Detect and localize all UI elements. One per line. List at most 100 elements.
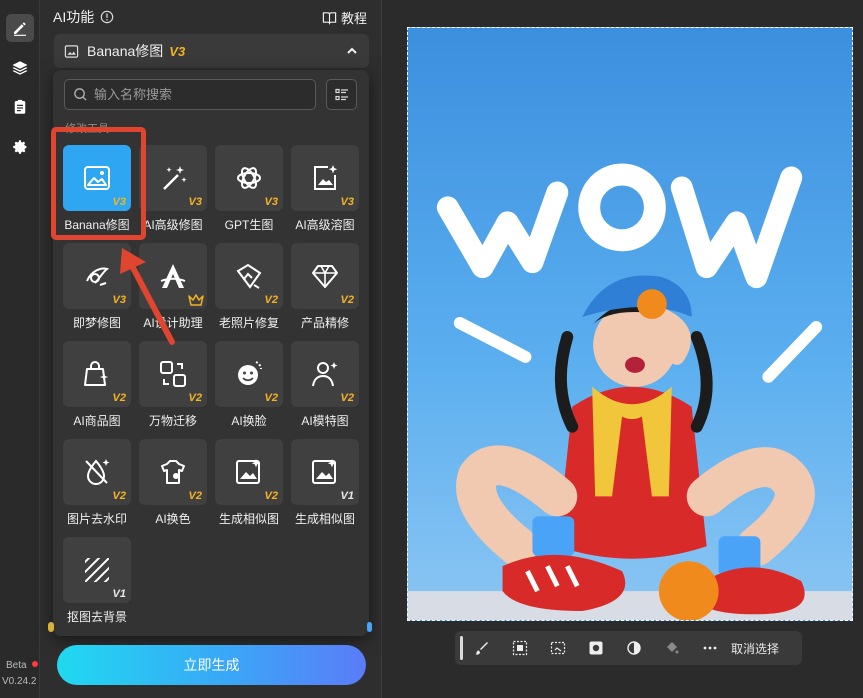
cancel-selection-button[interactable]: 取消选择: [731, 640, 779, 657]
tile-jimeng-edit[interactable]: V3: [63, 243, 131, 309]
tile-label: 即梦修图: [72, 316, 121, 330]
diamond-icon: [312, 265, 338, 288]
tile-label: 抠图去背景: [66, 610, 127, 624]
tile-label: AI高级溶图: [295, 218, 355, 232]
tile-version: V2: [340, 294, 354, 306]
book-icon: [322, 11, 337, 25]
tile-version: V1: [112, 588, 126, 600]
generate-button[interactable]: 立即生成: [57, 645, 366, 685]
tile-version: V2: [112, 490, 126, 502]
view-toggle-button[interactable]: [326, 79, 357, 110]
palette-icon: [161, 460, 185, 484]
watermark-remove-icon: [85, 459, 110, 485]
tile-label: 产品精修: [300, 316, 349, 330]
tile-label: AI模特图: [301, 414, 349, 428]
tile-ai-face-swap[interactable]: V2: [215, 341, 283, 407]
tile-label: AI商品图: [73, 414, 121, 428]
panel-title: AI功能: [53, 9, 95, 25]
beta-label: Beta: [6, 660, 27, 671]
canvas-image[interactable]: [407, 27, 853, 621]
crown-icon: [188, 294, 204, 306]
tile-version: V2: [264, 392, 278, 404]
invert-icon: [627, 641, 641, 655]
tile-watermark-remove[interactable]: V2: [63, 439, 131, 505]
tile-ai-product-image[interactable]: V2: [63, 341, 131, 407]
dream-icon: [86, 267, 110, 286]
layers-button[interactable]: [6, 54, 34, 82]
tile-ai-advanced-blend[interactable]: V3: [291, 145, 359, 211]
brush-button[interactable]: [463, 631, 501, 665]
tile-version: V2: [112, 392, 126, 404]
box-select-button[interactable]: [539, 631, 577, 665]
tutorial-link[interactable]: 教程: [322, 8, 367, 27]
model-icon: [312, 362, 338, 387]
tile-label: 图片去水印: [66, 512, 127, 526]
tile-object-transfer[interactable]: V2: [139, 341, 207, 407]
tile-version: V2: [188, 490, 202, 502]
version-label: V0.24.2: [2, 676, 37, 687]
tutorial-label: 教程: [340, 10, 367, 26]
search-icon: [74, 88, 87, 101]
tile-version: V3: [264, 196, 278, 208]
remove-background-icon: [85, 558, 109, 582]
search-box[interactable]: [64, 79, 316, 110]
notes-button[interactable]: [6, 93, 34, 121]
invert-button[interactable]: [615, 631, 653, 665]
left-scroll-indicator: [48, 622, 54, 632]
tile-version: V3: [112, 294, 126, 306]
tile-version: V2: [188, 392, 202, 404]
tile-ai-advanced-edit[interactable]: V3: [139, 145, 207, 211]
brush-icon: [475, 642, 488, 655]
notification-dot: [32, 661, 38, 667]
layers-icon: [12, 61, 28, 75]
tile-remove-background[interactable]: V1: [63, 537, 131, 603]
tile-label: AI高级修图: [143, 218, 203, 232]
mask-icon: [589, 641, 603, 655]
tile-ai-model-image[interactable]: V2: [291, 341, 359, 407]
design-assistant-icon: [160, 264, 186, 288]
more-button[interactable]: [691, 631, 729, 665]
smart-select-button[interactable]: [501, 631, 539, 665]
mask-button[interactable]: [577, 631, 615, 665]
tile-label: 万物迁移: [148, 414, 197, 428]
info-icon[interactable]: [100, 10, 114, 24]
selection-toolbar: 取消选择: [455, 631, 802, 665]
tile-label: 老照片修复: [218, 316, 279, 330]
tile-label: GPT生图: [224, 218, 274, 232]
shopping-bag-icon: [84, 361, 108, 386]
tile-label: AI设计助理: [143, 316, 203, 330]
tile-version: V3: [112, 196, 126, 208]
tile-label: 生成相似图: [218, 512, 279, 526]
search-input[interactable]: [94, 87, 294, 102]
tile-generate-similar-v2[interactable]: V2: [215, 439, 283, 505]
image-edit-icon: [84, 166, 110, 190]
settings-button[interactable]: [6, 133, 34, 161]
tile-ai-recolor[interactable]: V2: [139, 439, 207, 505]
tile-version: V3: [188, 196, 202, 208]
tile-version: V2: [340, 392, 354, 404]
chevron-up-icon[interactable]: [345, 44, 359, 58]
tile-ai-design-assistant[interactable]: [139, 243, 207, 309]
tile-label: AI换色: [155, 512, 191, 526]
tile-label: AI换脸: [231, 414, 267, 428]
tile-generate-similar-v1[interactable]: V1: [291, 439, 359, 505]
magic-wand-icon: [163, 166, 187, 190]
panel-header: AI功能 教程: [53, 8, 367, 26]
face-swap-icon: [238, 361, 262, 385]
tile-label: Banana修图: [64, 218, 130, 232]
tile-banana-edit[interactable]: V3: [63, 145, 131, 211]
fill-icon: [667, 642, 679, 654]
tile-gpt-generate[interactable]: V3: [215, 145, 283, 211]
image-sparkle-icon: [314, 165, 338, 190]
more-icon: [703, 646, 717, 650]
fill-button[interactable]: [653, 631, 691, 665]
function-selector[interactable]: Banana修图 V3: [54, 34, 369, 68]
box-select-icon: [550, 641, 566, 655]
clipboard-icon: [14, 99, 26, 114]
edit-tool-button[interactable]: [6, 14, 34, 42]
pencil-icon: [14, 22, 26, 36]
function-name: Banana修图: [87, 43, 164, 59]
tile-old-photo-repair[interactable]: V2: [215, 243, 283, 309]
tile-version: V1: [340, 490, 354, 502]
tile-product-retouch[interactable]: V2: [291, 243, 359, 309]
